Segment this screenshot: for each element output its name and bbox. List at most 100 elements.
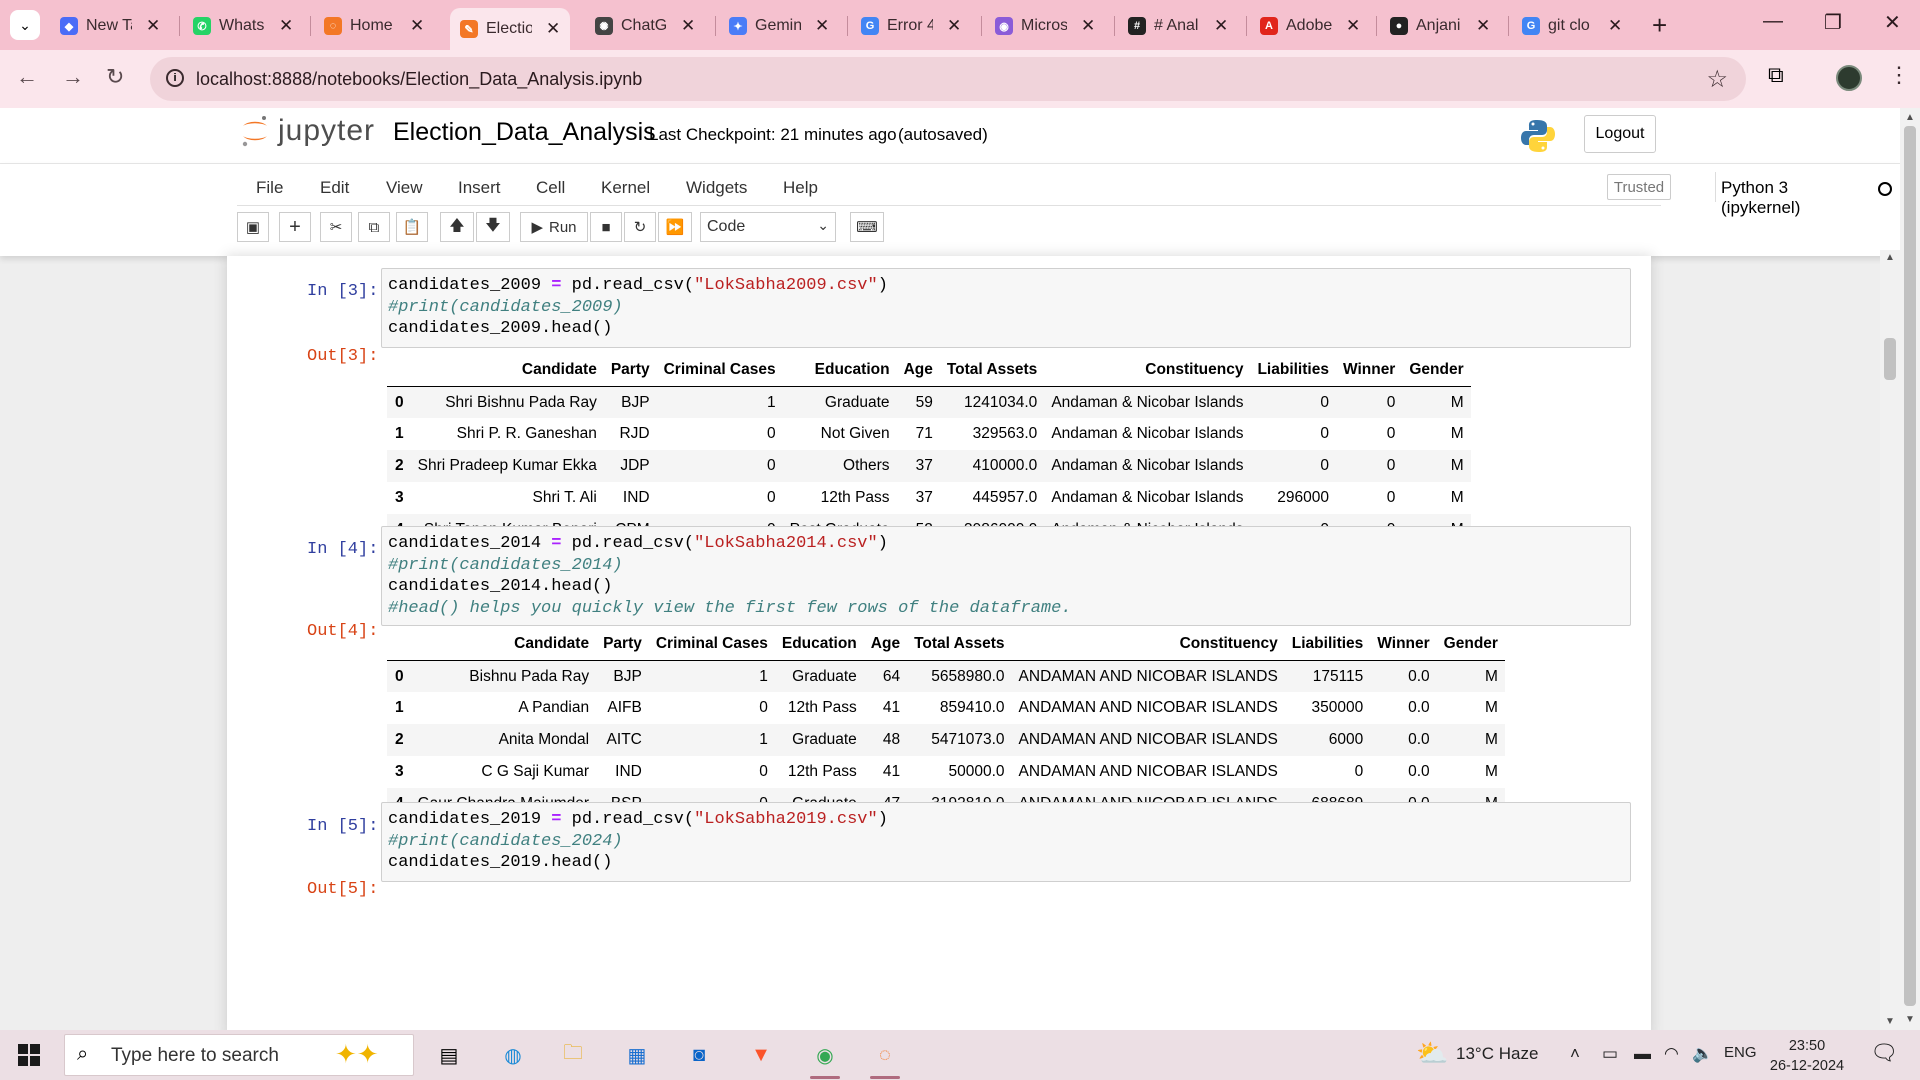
logout-button[interactable]: Logout: [1584, 115, 1656, 153]
battery-icon[interactable]: ▬: [1634, 1044, 1651, 1064]
forward-arrow-icon[interactable]: →: [62, 64, 84, 90]
browser-tab[interactable]: ◌ Home ✕: [314, 9, 434, 43]
menu-view[interactable]: View: [386, 178, 423, 198]
kernel-name[interactable]: Python 3 (ipykernel): [1721, 178, 1800, 218]
chevron-up-icon[interactable]: ˄: [1570, 1044, 1580, 1064]
code-line[interactable]: #head() helps you quickly view the first…: [388, 598, 1624, 620]
close-tab-icon[interactable]: ✕: [1081, 16, 1095, 36]
back-arrow-icon[interactable]: ←: [16, 64, 38, 90]
menu-cell[interactable]: Cell: [536, 178, 565, 198]
page-scroll-thumb[interactable]: [1904, 126, 1916, 1006]
close-tab-icon[interactable]: ✕: [947, 16, 961, 36]
restart-run-all-button[interactable]: ⏩: [658, 212, 692, 242]
code-line[interactable]: candidates_2009 = pd.read_csv("LokSabha2…: [388, 275, 1624, 297]
extensions-puzzle-icon[interactable]: ⧉: [1768, 62, 1784, 88]
copy-button[interactable]: ⧉: [358, 212, 390, 242]
browser-tab[interactable]: ● Anjani ✕: [1380, 9, 1500, 43]
browser-tab[interactable]: ✦ Gemin ✕: [719, 9, 839, 43]
close-tab-icon[interactable]: ✕: [1476, 16, 1490, 36]
code-line[interactable]: candidates_2014.head(): [388, 576, 1624, 598]
menu-kernel[interactable]: Kernel: [601, 178, 650, 198]
cell-type-select[interactable]: Code ⌄: [700, 212, 836, 242]
system-clock[interactable]: 23:50 26-12-2024: [1762, 1036, 1852, 1076]
bookmark-star-icon[interactable]: ☆: [1706, 65, 1728, 94]
run-button[interactable]: ▶ Run: [520, 212, 588, 242]
reload-icon[interactable]: ↻: [106, 64, 124, 90]
browser-tab[interactable]: ✎ Electio ✕: [450, 8, 571, 50]
notebook-scroll-thumb[interactable]: [1884, 338, 1896, 380]
code-line[interactable]: #print(candidates_2014): [388, 555, 1624, 577]
page-scrollbar[interactable]: ▲ ▼: [1900, 108, 1920, 1030]
menu-widgets[interactable]: Widgets: [686, 178, 747, 198]
outlook-icon[interactable]: ◙: [682, 1038, 716, 1072]
browser-tab[interactable]: Ggit clo ✕: [1512, 9, 1632, 43]
jupyter-taskbar-icon[interactable]: ◌: [868, 1038, 902, 1079]
close-tab-icon[interactable]: ✕: [410, 16, 424, 36]
move-down-button[interactable]: 🡇: [476, 212, 510, 242]
profile-avatar[interactable]: [1836, 65, 1862, 91]
notification-icon[interactable]: 🗨: [1870, 1040, 1898, 1066]
url-text[interactable]: localhost:8888/notebooks/Election_Data_A…: [196, 69, 642, 90]
code-editor[interactable]: candidates_2019 = pd.read_csv("LokSabha2…: [381, 802, 1631, 882]
minimize-icon[interactable]: —: [1763, 10, 1783, 33]
browser-tab[interactable]: A Adobe ✕: [1250, 9, 1370, 43]
browser-menu-icon[interactable]: ⋮: [1888, 62, 1910, 88]
browser-tab[interactable]: G Error 4 ✕: [851, 9, 971, 43]
scroll-down-arrow-icon[interactable]: ▼: [1905, 1014, 1915, 1025]
menu-edit[interactable]: Edit: [320, 178, 349, 198]
file-explorer-icon[interactable]: 🗀: [556, 1038, 590, 1072]
task-view-icon[interactable]: ▤: [432, 1038, 466, 1072]
browser-tab[interactable]: ✆ Whats ✕: [183, 9, 303, 43]
store-icon[interactable]: ▦: [620, 1038, 654, 1072]
restart-button[interactable]: ↻: [624, 212, 656, 242]
notebook-scrollbar[interactable]: ▲ ▼: [1880, 250, 1900, 1030]
close-window-icon[interactable]: ✕: [1884, 10, 1901, 35]
browser-tab[interactable]: ◉ Micros ✕: [985, 9, 1105, 43]
close-tab-icon[interactable]: ✕: [146, 16, 160, 36]
restore-icon[interactable]: ❐: [1824, 10, 1842, 35]
scroll-down-arrow-icon[interactable]: ▼: [1885, 1016, 1895, 1027]
move-up-button[interactable]: 🡅: [440, 212, 474, 242]
meet-icon[interactable]: ▭: [1602, 1044, 1618, 1064]
insert-cell-button[interactable]: +: [279, 212, 311, 242]
trusted-badge[interactable]: Trusted: [1607, 174, 1671, 200]
notebook-name[interactable]: Election_Data_Analysis: [393, 118, 656, 147]
brave-icon[interactable]: ▼: [744, 1038, 778, 1072]
close-tab-icon[interactable]: ✕: [1214, 16, 1228, 36]
code-editor[interactable]: candidates_2009 = pd.read_csv("LokSabha2…: [381, 268, 1631, 348]
code-editor[interactable]: candidates_2014 = pd.read_csv("LokSabha2…: [381, 526, 1631, 626]
new-tab-button[interactable]: +: [1652, 10, 1667, 41]
browser-tab[interactable]: ✺ ChatG ✕: [585, 9, 705, 43]
close-tab-icon[interactable]: ✕: [279, 16, 293, 36]
browser-tab[interactable]: ◆ New Ta ✕: [50, 9, 170, 43]
interrupt-button[interactable]: ■: [590, 212, 622, 242]
scroll-up-arrow-icon[interactable]: ▲: [1885, 252, 1895, 263]
chrome-icon[interactable]: ◉: [808, 1038, 842, 1079]
menu-file[interactable]: File: [256, 178, 283, 198]
paste-button[interactable]: 📋: [396, 212, 428, 242]
close-tab-icon[interactable]: ✕: [546, 19, 560, 39]
weather-text[interactable]: 13°C Haze: [1456, 1044, 1538, 1064]
code-line[interactable]: candidates_2019.head(): [388, 852, 1624, 874]
edge-icon[interactable]: ◍: [496, 1038, 530, 1072]
menu-insert[interactable]: Insert: [458, 178, 501, 198]
wifi-icon[interactable]: ◠: [1664, 1044, 1679, 1064]
windows-start-icon[interactable]: [18, 1044, 40, 1066]
code-line[interactable]: candidates_2009.head(): [388, 318, 1624, 340]
code-line[interactable]: #print(candidates_2024): [388, 831, 1624, 853]
omnibox[interactable]: i localhost:8888/notebooks/Election_Data…: [150, 57, 1746, 101]
jupyter-logo[interactable]: jupyter: [240, 114, 375, 148]
code-line[interactable]: candidates_2014 = pd.read_csv("LokSabha2…: [388, 533, 1624, 555]
close-tab-icon[interactable]: ✕: [815, 16, 829, 36]
save-button[interactable]: ▣: [237, 212, 269, 242]
code-line[interactable]: candidates_2019 = pd.read_csv("LokSabha2…: [388, 809, 1624, 831]
weather-icon[interactable]: ⛅: [1416, 1038, 1448, 1069]
tab-search-button[interactable]: ⌄: [10, 10, 40, 40]
taskbar-search-box[interactable]: ⌕ Type here to search ✦✦: [64, 1034, 414, 1076]
cut-button[interactable]: ✂: [320, 212, 352, 242]
close-tab-icon[interactable]: ✕: [1346, 16, 1360, 36]
site-info-icon[interactable]: i: [166, 69, 184, 87]
language-indicator[interactable]: ENG: [1724, 1044, 1757, 1061]
close-tab-icon[interactable]: ✕: [1608, 16, 1622, 36]
close-tab-icon[interactable]: ✕: [681, 16, 695, 36]
